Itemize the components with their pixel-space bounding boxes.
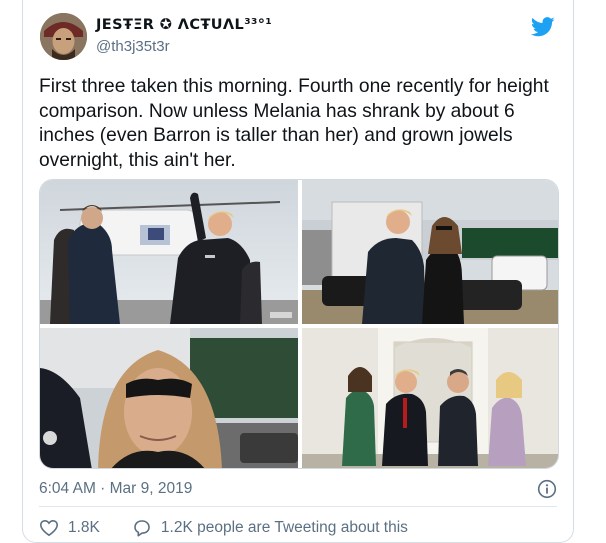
speech-bubble-icon: [134, 520, 150, 537]
photo-1[interactable]: [40, 180, 298, 324]
avatar[interactable]: [40, 13, 87, 60]
photo-2[interactable]: [302, 180, 558, 324]
reply-button[interactable]: 1.2K people are Tweeting about this: [132, 518, 408, 538]
action-bar: 1.8K 1.2K people are Tweeting about this: [39, 518, 408, 538]
author-display-name[interactable]: JESŦΞR ✪ ΛCŦUΛL³³°¹: [96, 17, 272, 33]
like-button[interactable]: 1.8K: [39, 518, 100, 538]
photo-4[interactable]: [302, 328, 558, 468]
photo-grid: [39, 179, 559, 469]
like-count: 1.8K: [68, 519, 100, 536]
heart-icon: [39, 519, 59, 537]
twitter-bird-icon[interactable]: [531, 17, 555, 37]
tweet-timestamp[interactable]: 6:04 AM · Mar 9, 2019: [39, 480, 192, 498]
tweet-text: First three taken this morning. Fourth o…: [39, 76, 549, 171]
photo-3[interactable]: [40, 328, 298, 468]
divider: [39, 506, 557, 507]
author-handle[interactable]: @th3j35t3r: [96, 38, 170, 55]
info-icon[interactable]: [537, 479, 557, 499]
tweet-card: JESŦΞR ✪ ΛCŦUΛL³³°¹ @th3j35t3r First thr…: [22, 0, 574, 543]
reply-text: 1.2K people are Tweeting about this: [160, 519, 408, 536]
